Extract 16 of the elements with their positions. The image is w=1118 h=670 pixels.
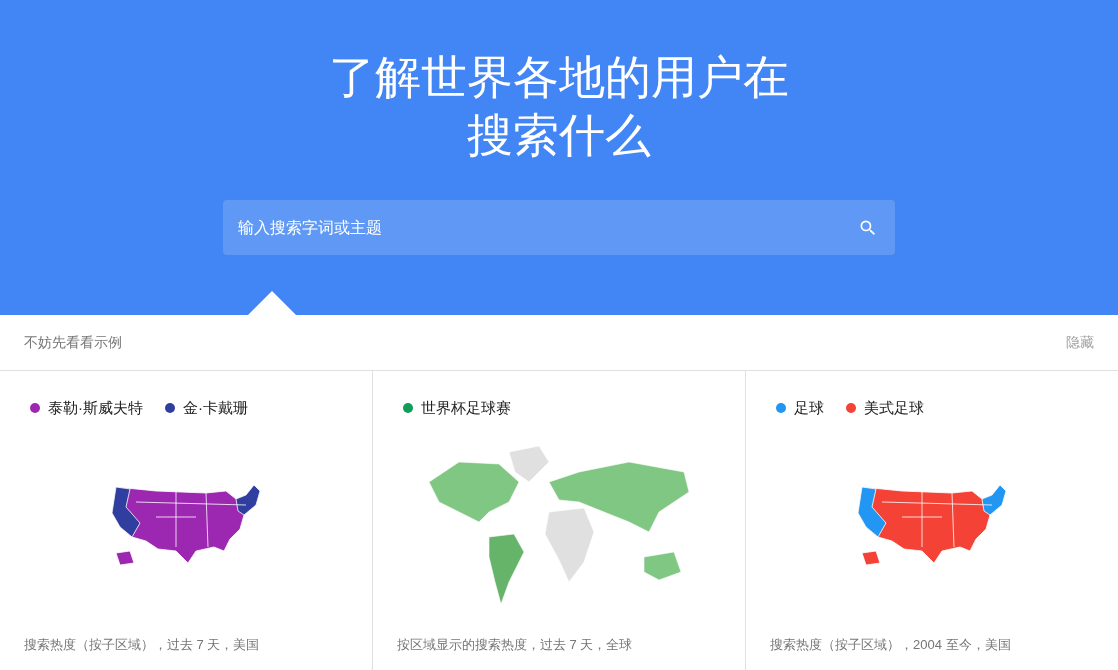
legend-label: 美式足球 — [864, 398, 924, 418]
pointer-notch — [248, 291, 296, 315]
search-field[interactable]: 输入搜索字词或主题 — [223, 200, 895, 255]
example-card[interactable]: 泰勒·斯威夫特 金·卡戴珊 搜索热度（按子区域），过去 7 天，美国 — [0, 371, 373, 670]
legend-label: 世界杯足球赛 — [421, 398, 511, 418]
example-card[interactable]: 足球 美式足球 搜索热度（按子区域），2004 至今，美国 — [746, 371, 1118, 670]
example-card[interactable]: 世界杯足球赛 按区域显示的搜索热度，过去 7 天，全球 — [373, 371, 746, 670]
legend-label: 金·卡戴珊 — [183, 398, 248, 418]
examples-label: 不妨先看看示例 — [24, 333, 122, 352]
legend-label: 足球 — [794, 398, 824, 418]
map-caption: 按区域显示的搜索热度，过去 7 天，全球 — [397, 635, 634, 654]
map-caption: 搜索热度（按子区域），2004 至今，美国 — [770, 635, 1012, 654]
search-icon[interactable] — [858, 218, 878, 238]
hero-title: 了解世界各地的用户在 搜索什么 — [329, 49, 789, 164]
legend-label: 泰勒·斯威夫特 — [48, 398, 143, 418]
map-caption: 搜索热度（按子区域），过去 7 天，美国 — [24, 635, 261, 654]
